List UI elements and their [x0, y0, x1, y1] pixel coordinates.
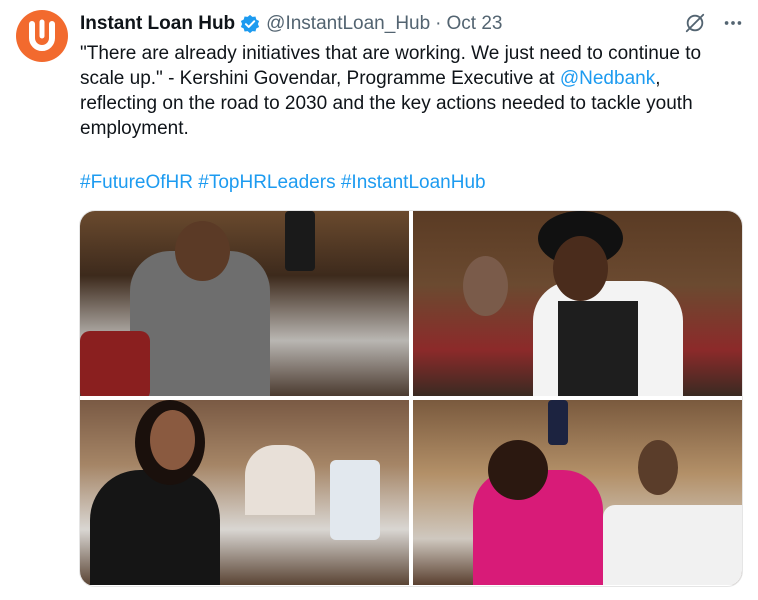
- grok-icon[interactable]: [684, 12, 706, 40]
- hashtag-link[interactable]: #TopHRLeaders: [198, 172, 335, 193]
- photo-woman-thinking[interactable]: [413, 211, 742, 396]
- author-handle[interactable]: @InstantLoan_Hub: [266, 13, 430, 35]
- brand-logo-icon: [29, 19, 55, 51]
- separator-dot: ·: [435, 13, 442, 34]
- verified-badge-icon: [240, 14, 260, 34]
- avatar[interactable]: [16, 10, 68, 62]
- more-icon[interactable]: [722, 12, 744, 40]
- hashtag-link[interactable]: #InstantLoanHub: [341, 172, 486, 193]
- tweet-date[interactable]: Oct 23: [447, 13, 503, 35]
- hashtag-row: #FutureOfHR #TopHRLeaders #InstantLoanHu…: [80, 170, 486, 195]
- author-name[interactable]: Instant Loan Hub: [80, 13, 235, 35]
- tweet-header: Instant Loan Hub @InstantLoan_Hub · Oct …: [80, 10, 744, 38]
- hashtag-link[interactable]: #FutureOfHR: [80, 172, 193, 193]
- tweet-text: "There are already initiatives that are …: [80, 41, 740, 141]
- photo-woman-pink-jacket[interactable]: [413, 400, 742, 585]
- photo-man-taking-picture[interactable]: [80, 211, 409, 396]
- mention-link[interactable]: @Nedbank: [560, 68, 655, 89]
- media-grid: [79, 210, 743, 587]
- photo-woman-seated[interactable]: [80, 400, 409, 585]
